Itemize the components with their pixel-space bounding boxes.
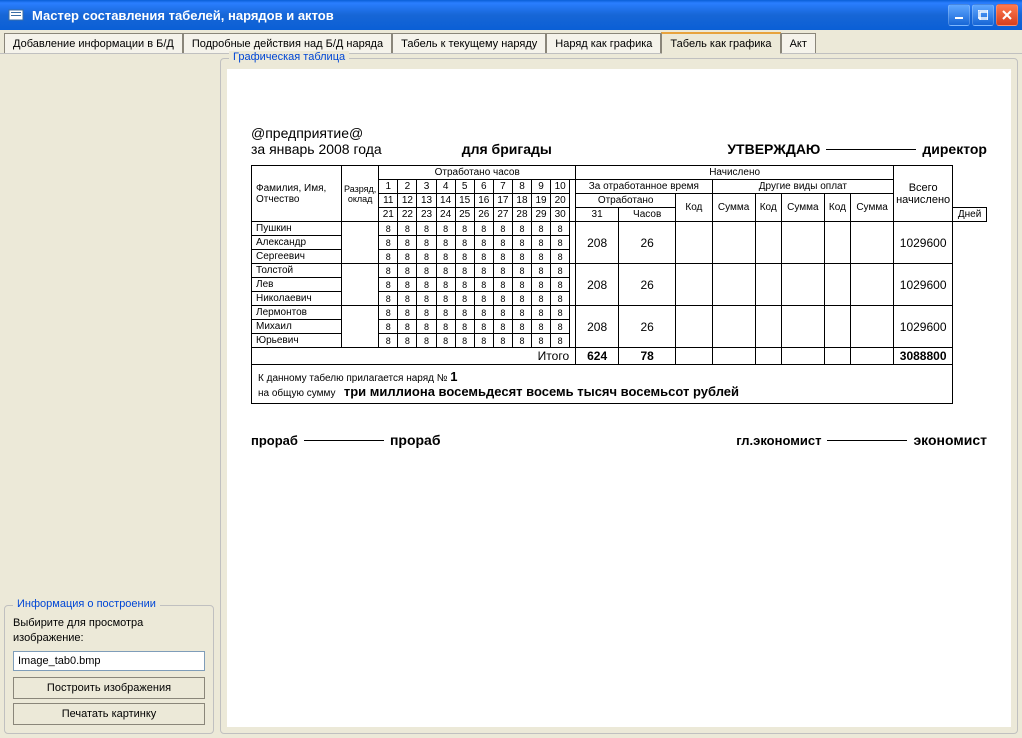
total-hours: 624: [576, 348, 619, 365]
brigade-label: для бригады: [462, 141, 552, 157]
hdr-for-worked: За отработанное время: [576, 180, 712, 194]
hdr-sum3: Сумма: [850, 194, 893, 222]
sig-prorab-lbl: прораб: [251, 433, 298, 448]
hdr-sum2: Сумма: [781, 194, 824, 222]
tab-detailed[interactable]: Подробные действия над Б/Д наряда: [183, 33, 392, 53]
approve-label: УТВЕРЖДАЮ: [727, 141, 820, 157]
print-button[interactable]: Печатать картинку: [13, 703, 205, 725]
hdr-sum1: Сумма: [712, 194, 755, 222]
graphic-table-panel: Графическая таблица @предприятие@ за янв…: [220, 58, 1018, 734]
minimize-button[interactable]: [948, 4, 970, 26]
totals-row: Итого 624 78 3088800: [252, 348, 987, 365]
hdr-days: Дней: [953, 208, 987, 222]
info-group: Информация о построении Выбирите для про…: [4, 605, 214, 734]
hdr-fio: Фамилия, Имя, Отчество: [252, 166, 342, 222]
tab-tabel-graphic[interactable]: Табель как графика: [661, 32, 780, 54]
total-label: Итого: [252, 348, 576, 365]
hdr-grade: Разряд, оклад: [342, 166, 379, 222]
sig-prorab-line: [304, 440, 384, 441]
sig-econ: экономист: [913, 432, 987, 448]
main-legend: Графическая таблица: [229, 51, 349, 63]
sig-prorab: прораб: [390, 432, 441, 448]
app-icon: [8, 7, 24, 23]
tab-add-info[interactable]: Добавление информации в Б/Д: [4, 33, 183, 53]
table-row: Лермонтов 8888888888 208 26 1029600: [252, 306, 987, 320]
footer-sum-words: три миллиона восемьдесят восемь тысяч во…: [344, 384, 739, 399]
select-image-label: Выбирите для просмотра изображение:: [13, 616, 205, 645]
footer-line1-label: К данному табелю прилагается наряд №: [258, 373, 448, 384]
sig-econ-lbl: гл.экономист: [736, 433, 821, 448]
footer-line2-label: на общую сумму: [258, 388, 336, 399]
info-legend: Информация о построении: [13, 598, 160, 610]
tab-bar: Добавление информации в Б/Д Подробные де…: [0, 30, 1022, 54]
hdr-code3: Код: [824, 194, 850, 222]
total-days: 78: [619, 348, 676, 365]
document-preview: @предприятие@ за январь 2008 года для бр…: [227, 69, 1011, 727]
tab-akt[interactable]: Акт: [781, 33, 816, 53]
hdr-other-pay: Другие виды оплат: [712, 180, 894, 194]
hdr-total-acc: Всего начислено: [894, 166, 953, 222]
tab-naryad-graphic[interactable]: Наряд как графика: [546, 33, 661, 53]
approve-line: [826, 149, 916, 150]
footer-naryad-num: 1: [450, 369, 457, 384]
close-button[interactable]: [996, 4, 1018, 26]
hdr-code2: Код: [755, 194, 781, 222]
hdr-hours: Часов: [619, 208, 676, 222]
sig-econ-line: [827, 440, 907, 441]
tab-tabel-current[interactable]: Табель к текущему наряду: [392, 33, 546, 53]
enterprise: @предприятие@: [251, 125, 987, 141]
director-label: директор: [922, 141, 987, 157]
table-row: Пушкин 8888888888 208 26 1029600: [252, 222, 987, 236]
maximize-button[interactable]: [972, 4, 994, 26]
hdr-accrued: Начислено: [576, 166, 894, 180]
timesheet-table: Фамилия, Имя, Отчество Разряд, оклад Отр…: [251, 165, 987, 404]
build-button[interactable]: Построить изображения: [13, 677, 205, 699]
hdr-workedcol: Отработано: [576, 194, 676, 208]
period: за январь 2008 года: [251, 141, 382, 157]
hdr-worked: Отработано часов: [379, 166, 576, 180]
window-title: Мастер составления табелей, нарядов и ак…: [28, 8, 948, 23]
filename-input[interactable]: [13, 651, 205, 671]
table-row: Толстой 8888888888 208 26 1029600: [252, 264, 987, 278]
hdr-code1: Код: [676, 194, 712, 222]
total-sum: 3088800: [894, 348, 953, 365]
